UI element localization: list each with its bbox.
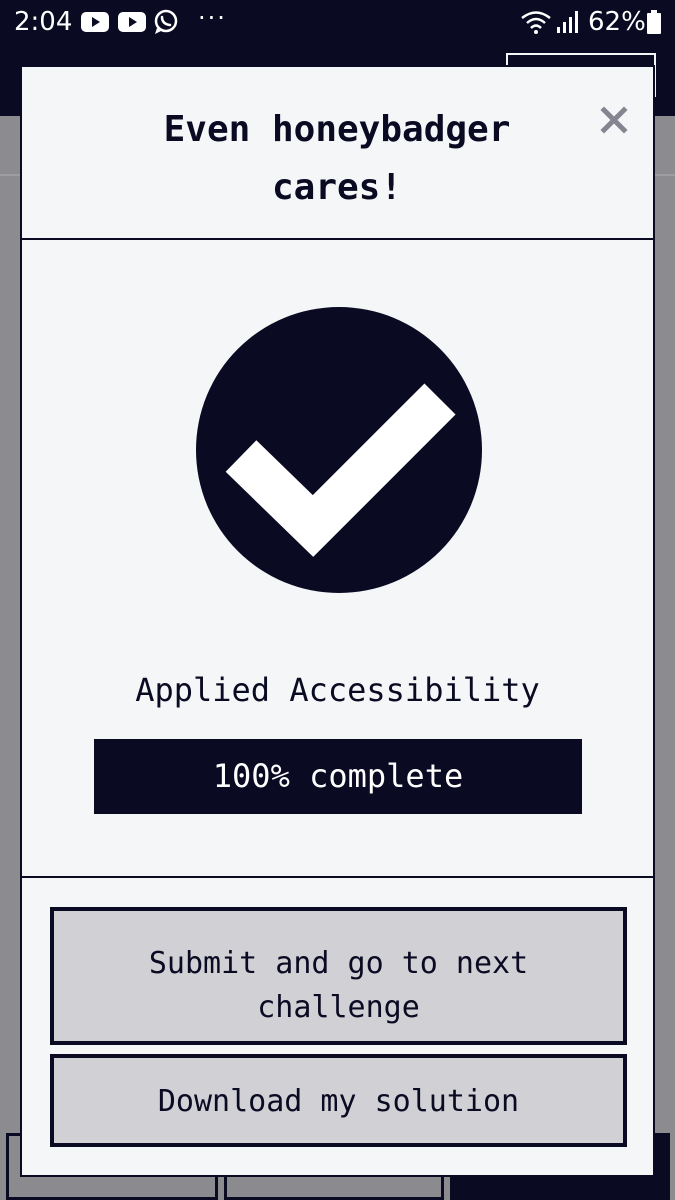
course-name: Applied Accessibility bbox=[135, 671, 540, 709]
modal-header: Even honeybadger cares! bbox=[22, 67, 653, 240]
status-time: 2:04 bbox=[14, 7, 73, 37]
close-icon[interactable] bbox=[594, 100, 634, 140]
progress-label: 100% complete bbox=[212, 757, 464, 795]
signal-icon bbox=[557, 11, 578, 33]
wifi-icon bbox=[521, 11, 551, 34]
modal-body: Applied Accessibility 100% complete bbox=[22, 240, 653, 878]
whatsapp-icon bbox=[154, 9, 178, 34]
battery-percent: 62% bbox=[588, 7, 646, 37]
battery-icon bbox=[647, 10, 661, 34]
completion-modal: Even honeybadger cares! Applied Accessib… bbox=[20, 65, 655, 1177]
status-bar: 2:04 ··· 62% bbox=[0, 0, 675, 44]
youtube-icon bbox=[81, 12, 109, 32]
modal-footer: Submit and go to next challenge Download… bbox=[22, 878, 653, 1175]
youtube-icon bbox=[118, 12, 146, 32]
more-dots-icon: ··· bbox=[198, 4, 227, 32]
progress-bar: 100% complete bbox=[94, 739, 582, 814]
check-circle-icon bbox=[196, 307, 482, 593]
download-solution-button[interactable]: Download my solution bbox=[50, 1054, 627, 1147]
submit-next-challenge-button[interactable]: Submit and go to next challenge bbox=[50, 907, 627, 1045]
modal-title: Even honeybadger cares! bbox=[163, 109, 511, 208]
